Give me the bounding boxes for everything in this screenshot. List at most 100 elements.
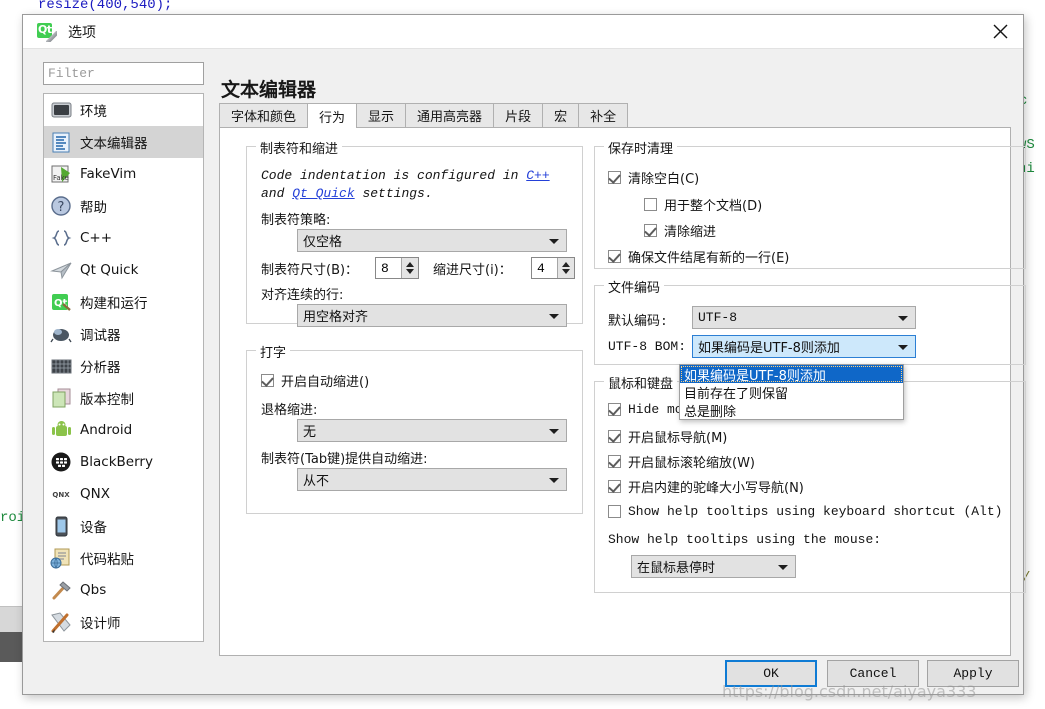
align-continuation-label: 对齐连续的行: [261,288,344,303]
cleanup-on-save-group: 保存时清理 清除空白(C) 用于整个文档(D) 清除缩进 确保文件结尾有新的一行… [594,138,1026,269]
ensure-newline-checkbox[interactable]: 确保文件结尾有新的一行(E) [608,247,789,266]
clipboard-globe-icon [50,547,73,570]
options-dialog: Qt 选项 环境 文本编辑器 Fake [22,14,1026,695]
help-tooltips-mouse-combobox[interactable]: 在鼠标悬停时 [631,555,796,578]
filter-input[interactable] [43,62,204,85]
tab-behavior[interactable]: 行为 [307,103,358,128]
ensure-newline-label: 确保文件结尾有新的一行(E) [628,251,790,266]
documents-icon [50,387,73,410]
indentation-info-text: Code indentation is configured in C++ an… [261,167,577,203]
ok-button[interactable]: OK [725,660,817,687]
dropdown-option-keep-if-present[interactable]: 目前存在了则保留 [680,383,903,402]
sidebar-item-qbs[interactable]: Qbs [44,574,203,606]
utf8-bom-label: UTF-8 BOM: [608,339,687,354]
auto-indent-label: 开启自动缩进() [281,375,370,390]
clean-indentation-checkbox[interactable]: 清除缩进 [644,221,716,240]
checkbox-box[interactable] [261,374,274,387]
dropdown-option-always-delete[interactable]: 总是删除 [680,401,903,420]
tab-snippets[interactable]: 片段 [493,103,544,127]
camel-case-navigation-checkbox[interactable]: 开启内建的驼峰大小写导航(N) [608,477,804,496]
sidebar-item-qt-quick[interactable]: Qt Quick [44,254,203,286]
checkbox-box[interactable] [608,430,621,443]
cpp-settings-link[interactable]: C++ [526,168,549,183]
file-encoding-group: 文件编码 默认编码: UTF-8 UTF-8 BOM: 如果编码是UTF-8则添… [594,277,1026,365]
whole-document-checkbox[interactable]: 用于整个文档(D) [644,195,762,214]
checkbox-box[interactable] [608,455,621,468]
tab-macros[interactable]: 宏 [542,103,580,127]
sidebar-item-qnx[interactable]: QNX QNX [44,478,203,510]
checkbox-box[interactable] [644,224,657,237]
scroll-wheel-zoom-checkbox[interactable]: 开启鼠标滚轮缩放(W) [608,452,755,471]
sidebar-item-text-editor[interactable]: 文本编辑器 [44,126,203,158]
tab-policy-combobox[interactable]: 仅空格 [297,229,567,252]
qnx-icon: QNX [50,483,73,506]
sidebar-item-version-control[interactable]: 版本控制 [44,382,203,414]
apply-button[interactable]: Apply [927,660,1019,687]
mouse-navigation-checkbox[interactable]: 开启鼠标导航(M) [608,427,727,446]
clean-whitespace-label: 清除空白(C) [628,172,700,187]
fakevim-icon: Fake [50,163,73,186]
utf8-bom-dropdown-list[interactable]: 如果编码是UTF-8则添加 目前存在了则保留 总是删除 [679,364,904,420]
tab-generic-highlighter[interactable]: 通用高亮器 [405,103,495,127]
sidebar-item-build-run[interactable]: Qt 构建和运行 [44,286,203,318]
analyzer-grid-icon [50,355,73,378]
utf8-bom-combobox[interactable]: 如果编码是UTF-8则添加 [692,335,916,358]
dropdown-option-add-if-utf8[interactable]: 如果编码是UTF-8则添加 [680,365,903,384]
sidebar-item-designer[interactable]: 设计师 [44,606,203,638]
close-icon[interactable] [977,15,1023,48]
svg-text:?: ? [58,200,65,215]
utf8-bom-value: 如果编码是UTF-8则添加 [698,341,840,356]
tab-display[interactable]: 显示 [356,103,407,127]
tab-completion[interactable]: 补全 [578,103,629,127]
checkbox-box[interactable] [608,250,621,263]
sidebar-item-code-pasting[interactable]: 代码粘贴 [44,542,203,574]
auto-indent-checkbox[interactable]: 开启自动缩进() [261,371,369,390]
sidebar-item-fakevim[interactable]: Fake FakeVim [44,158,203,190]
monitor-icon [50,99,73,122]
sidebar-item-cpp[interactable]: C++ [44,222,203,254]
sidebar-item-debugger[interactable]: 调试器 [44,318,203,350]
stepper-arrows-icon[interactable] [557,258,574,278]
tab-key-indent-combobox[interactable]: 从不 [297,468,567,491]
checkbox-box[interactable] [608,480,621,493]
checkbox-box[interactable] [608,171,621,184]
align-continuation-combobox[interactable]: 用空格对齐 [297,304,567,327]
tab-bar: 字体和颜色 行为 显示 通用高亮器 片段 宏 补全 [219,103,1011,128]
bug-icon [50,323,73,346]
tab-key-indent-value: 从不 [303,474,330,489]
info-mid: and [261,186,285,201]
sidebar-item-analyzer[interactable]: 分析器 [44,350,203,382]
default-encoding-combobox[interactable]: UTF-8 [692,306,916,329]
checkbox-box[interactable] [644,198,657,211]
category-sidebar[interactable]: 环境 文本编辑器 Fake FakeVim ? 帮助 C++ Qt Quick … [43,93,204,642]
cancel-button[interactable]: Cancel [827,660,919,687]
checkbox-box[interactable] [608,403,621,416]
help-tooltips-shortcut-checkbox[interactable]: Show help tooltips using keyboard shortc… [608,504,1002,519]
sidebar-item-label: 构建和运行 [80,296,148,312]
page-title: 文本编辑器 [221,79,317,101]
dialog-title: 选项 [68,25,96,41]
device-tablet-icon [50,515,73,538]
tab-font-colors[interactable]: 字体和颜色 [219,103,309,127]
clean-whitespace-checkbox[interactable]: 清除空白(C) [608,168,699,187]
sidebar-item-label: 分析器 [80,360,121,376]
typing-group: 打字 开启自动缩进() 退格缩进: 无 制表符(Tab键)提供自动缩进: 从不 [246,342,583,514]
sidebar-item-label: 环境 [80,104,107,120]
info-prefix: Code indentation is configured in [261,168,527,183]
checkbox-box[interactable] [608,505,621,518]
paper-plane-icon [50,259,73,282]
sidebar-item-label: Android [80,422,133,438]
stepper-arrows-icon[interactable] [401,258,418,278]
indent-size-stepper[interactable]: 4 [531,257,575,279]
qt-quick-settings-link[interactable]: Qt Quick [292,186,354,201]
sidebar-item-help[interactable]: ? 帮助 [44,190,203,222]
sidebar-item-devices[interactable]: 设备 [44,510,203,542]
sidebar-item-label: 代码粘贴 [80,552,134,568]
sidebar-item-environment[interactable]: 环境 [44,94,203,126]
backspace-indentation-combobox[interactable]: 无 [297,419,567,442]
camel-case-navigation-label: 开启内建的驼峰大小写导航(N) [628,481,804,496]
sidebar-item-blackberry[interactable]: BlackBerry [44,446,203,478]
sidebar-item-android[interactable]: Android [44,414,203,446]
help-tooltips-mouse-value: 在鼠标悬停时 [637,561,716,576]
tab-size-stepper[interactable]: 8 [375,257,419,279]
